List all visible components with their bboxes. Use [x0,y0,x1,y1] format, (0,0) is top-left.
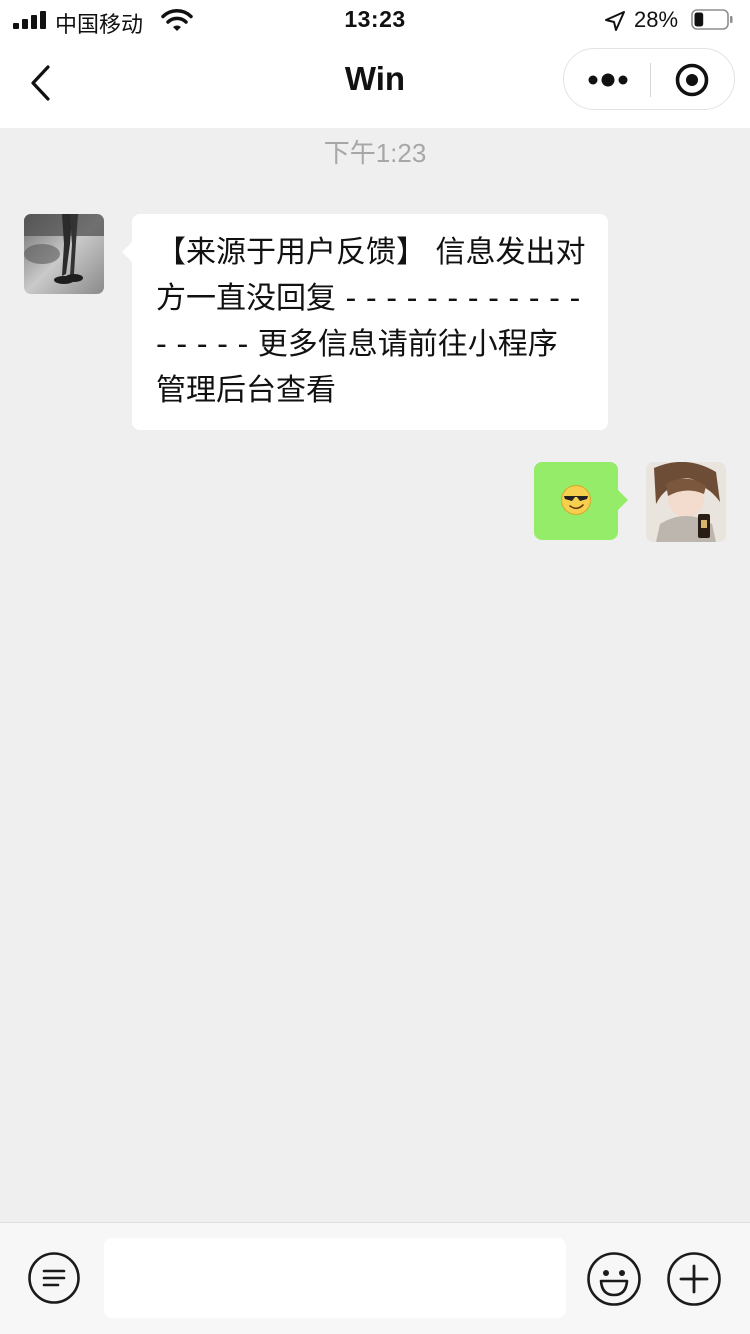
status-bar: 中国移动 13:23 28% [0,0,750,40]
plus-circle-icon[interactable] [666,1251,722,1307]
my-avatar-image [646,462,726,542]
target-close-icon [675,63,709,97]
contact-avatar-image [24,214,104,294]
outgoing-message-bubble[interactable] [534,462,628,540]
incoming-message-bubble[interactable]: 【来源于用户反馈】 信息发出对方一直没回复 - - - - - - - - - … [122,214,608,430]
battery-icon [691,9,733,30]
contact-avatar[interactable] [24,214,104,294]
message-timestamp: 下午1:23 [323,138,427,168]
message-input[interactable] [104,1238,566,1318]
more-dots-icon [588,73,628,87]
my-avatar[interactable] [646,462,726,542]
location-arrow-icon [605,11,625,31]
navigation-bar: Win [0,40,750,128]
close-button[interactable] [651,49,735,109]
cool-sunglasses-emoji-icon [561,485,591,515]
more-button[interactable] [564,49,650,109]
message-input-bar [0,1222,750,1334]
emoji-smile-icon[interactable] [586,1251,642,1307]
mini-program-capsule [563,48,735,110]
voice-toggle-icon[interactable] [27,1251,81,1305]
incoming-message-text: 【来源于用户反馈】 信息发出对方一直没回复 - - - - - - - - - … [156,235,586,408]
battery-percent: 28% [634,7,679,32]
